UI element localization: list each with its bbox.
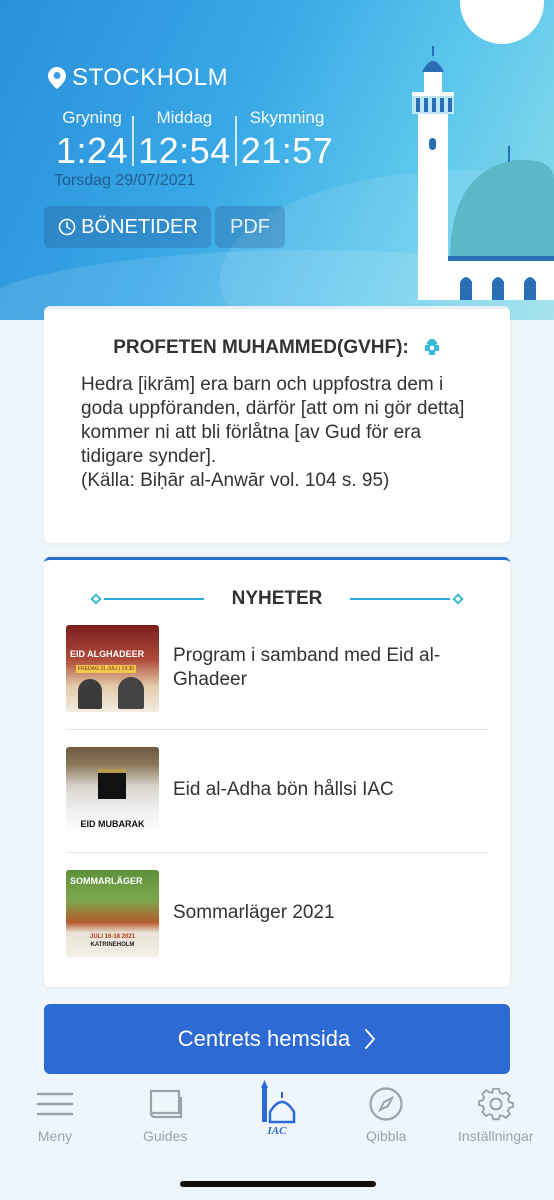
prayer-time-value: 21:57: [240, 130, 334, 171]
pdf-button[interactable]: PDF: [215, 206, 285, 248]
clock-icon: [58, 218, 76, 236]
city-name: STOCKHOLM: [72, 64, 229, 91]
news-separator: [66, 729, 488, 730]
news-item-title: Program i samband med Eid al-Ghadeer: [173, 645, 441, 690]
tab-iac-home[interactable]: IAC: [256, 1078, 298, 1136]
news-item-eid-alghadeer[interactable]: EID ALGHADEER FREDAG 31 JULI | 19:30 Pro…: [66, 618, 488, 718]
mosque-illustration: [412, 46, 554, 300]
tab-label: Meny: [37, 1128, 73, 1144]
prayer-time-label: Skymning: [249, 108, 325, 127]
thumbnail-title: SOMMARLÄGER: [70, 875, 143, 886]
prayer-times-button-label: BÖNETIDER: [81, 215, 198, 238]
book-icon: [145, 1084, 185, 1124]
news-header-line: [103, 598, 204, 600]
tab-label: Guides: [143, 1128, 188, 1144]
thumbnail-person: [118, 676, 144, 709]
thumbnail-location: KATRINEHOLM: [90, 941, 135, 948]
prayer-header: STOCKHOLM Gryning 1:24 Middag 12:54 Skym…: [0, 0, 554, 320]
menu-icon: [36, 1084, 74, 1124]
website-button[interactable]: Centrets hemsida: [44, 1004, 510, 1074]
chevron-right-icon: [365, 1029, 376, 1049]
tab-label: IAC: [267, 1125, 288, 1136]
prayer-time-value: 1:24: [56, 130, 129, 171]
prayer-time-fajr: Gryning 1:24: [52, 108, 132, 172]
hadith-text: Hedra [ikrām] era barn och uppfostra dem…: [81, 373, 481, 493]
pdf-button-label: PDF: [230, 215, 270, 238]
prayer-time-label: Gryning: [62, 108, 122, 127]
news-item-eid-aladha[interactable]: EID MUBARAK Eid al-Adha bön hållsi IAC: [66, 740, 488, 840]
news-card: NYHETER EID ALGHADEER FREDAG 31 JULI | 1…: [44, 557, 510, 987]
hadith-header: PROFETEN MUHAMMED(GVHF):: [44, 337, 510, 359]
news-item-title: Sommarläger 2021: [173, 902, 335, 923]
news-item-title: Eid al-Adha bön hållsi IAC: [173, 779, 394, 800]
ornament-icon: [424, 339, 439, 355]
tab-label: Qibbla: [366, 1128, 407, 1144]
ornament-icon: [452, 593, 465, 605]
thumbnail-kaaba: [98, 768, 126, 799]
hadith-title: PROFETEN MUHAMMED(GVHF):: [113, 337, 409, 358]
hadith-quote: Hedra [ikrām] era barn och uppfostra dem…: [81, 374, 465, 467]
tab-guides[interactable]: Guides: [143, 1084, 187, 1144]
city-location[interactable]: STOCKHOLM: [48, 64, 228, 92]
tab-meny[interactable]: Meny: [36, 1084, 74, 1144]
thumbnail-person: [78, 678, 102, 709]
news-title: NYHETER: [231, 588, 323, 609]
hadith-card: PROFETEN MUHAMMED(GVHF): Hedra [ikrām] e…: [44, 306, 510, 543]
hadith-source: (Källa: Biḥār al-Anwār vol. 104 s. 95): [81, 470, 390, 491]
news-separator: [66, 852, 488, 853]
news-thumbnail: SOMMARLÄGER JULI 16-18 2021 KATRINEHOLM: [66, 869, 159, 957]
home-indicator[interactable]: [180, 1181, 376, 1187]
sun-decoration: [460, 0, 544, 44]
prayer-time-value: 12:54: [138, 130, 231, 171]
location-pin-icon: [48, 67, 66, 89]
ornament-icon: [89, 593, 102, 605]
prayer-time-label: Middag: [156, 108, 213, 127]
news-thumbnail: EID ALGHADEER FREDAG 31 JULI | 19:30: [66, 624, 159, 712]
thumbnail-date: FREDAG 31 JULI | 19:30: [76, 664, 137, 673]
thumbnail-title: EID ALGHADEER: [70, 648, 145, 659]
tab-installningar[interactable]: Inställningar: [458, 1084, 534, 1144]
prayer-time-dhuhr: Middag 12:54: [134, 108, 235, 172]
tab-qibbla[interactable]: Qibbla: [366, 1084, 406, 1144]
mosque-logo-icon: IAC: [261, 1080, 296, 1136]
prayer-time-maghrib: Skymning 21:57: [237, 108, 338, 172]
gear-icon: [477, 1084, 514, 1124]
prayer-times-button[interactable]: BÖNETIDER: [44, 206, 211, 248]
website-button-label: Centrets hemsida: [177, 1026, 351, 1051]
news-header-line: [350, 598, 451, 600]
news-item-sommarlager[interactable]: SOMMARLÄGER JULI 16-18 2021 KATRINEHOLM …: [66, 863, 488, 963]
thumbnail-date: JULI 16-18 2021: [89, 933, 136, 940]
compass-icon: [368, 1084, 404, 1124]
news-thumbnail: EID MUBARAK: [66, 746, 159, 834]
news-header: NYHETER: [44, 588, 510, 610]
prayer-times: Gryning 1:24 Middag 12:54 Skymning 21:57: [52, 108, 337, 172]
thumbnail-title: EID MUBARAK: [80, 818, 145, 829]
current-date: Torsdag 29/07/2021: [54, 172, 196, 189]
tab-label: Inställningar: [458, 1128, 534, 1144]
